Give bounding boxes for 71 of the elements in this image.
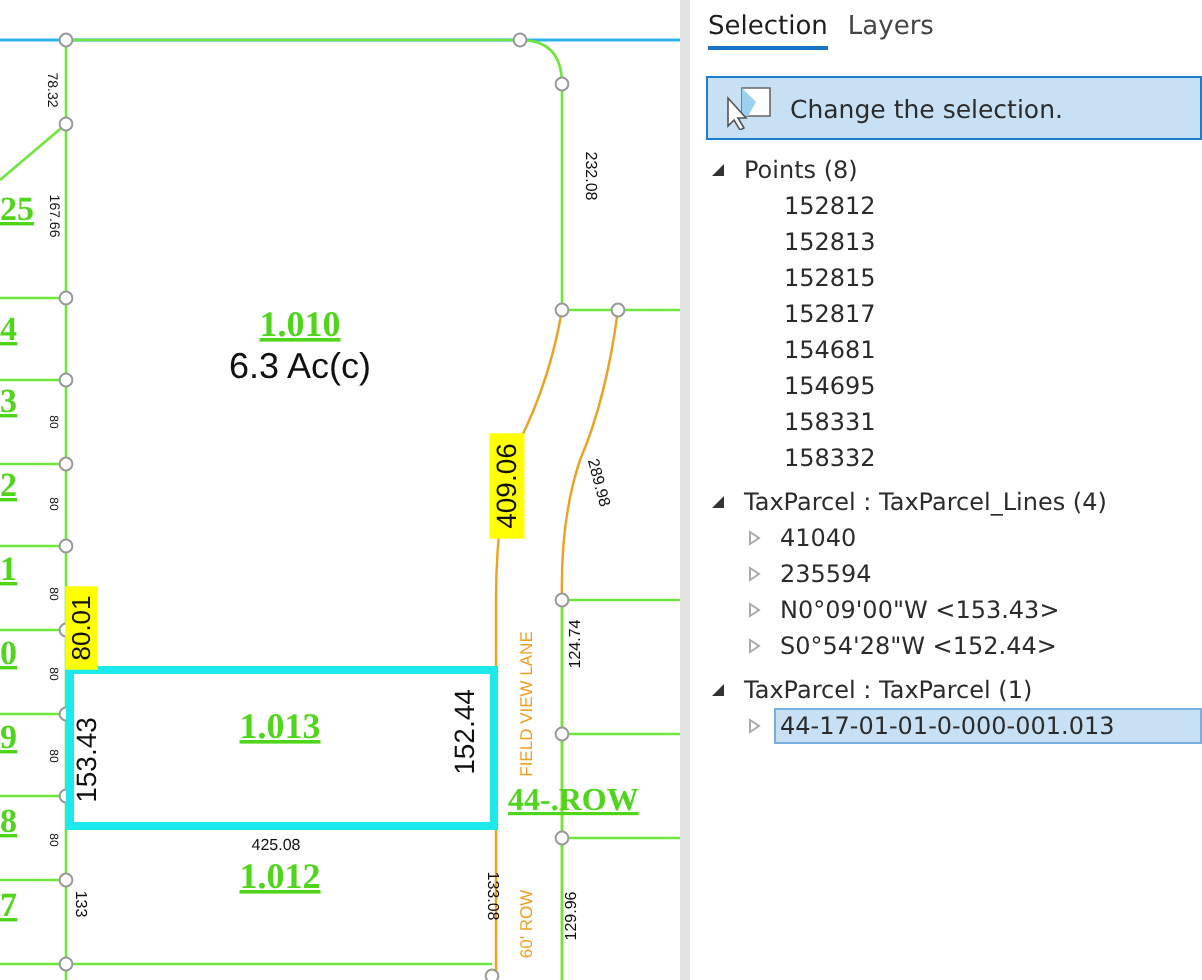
parcel-number: 0: [0, 634, 17, 672]
vertex-marker: [554, 76, 570, 92]
dimension-label: 232.08: [582, 151, 600, 201]
parcel-number: 9: [0, 718, 17, 756]
expanded-triangle-icon[interactable]: [710, 682, 726, 698]
tree-item[interactable]: 41040: [774, 520, 863, 556]
tree-item[interactable]: 158331: [778, 404, 882, 440]
tree-group-label[interactable]: TaxParcel : TaxParcel_Lines (4): [738, 484, 1113, 520]
vertex-marker: [554, 302, 570, 318]
parcel-number: 1.010: [259, 304, 341, 344]
boundary-line: [0, 123, 67, 181]
vertex-marker: [610, 302, 626, 318]
tree-item[interactable]: 154681: [778, 332, 882, 368]
vertex-marker: [58, 290, 74, 306]
panel-tab[interactable]: Selection: [708, 12, 828, 50]
dimension-label: 152.44: [448, 689, 480, 775]
vertex-marker: [58, 956, 74, 972]
tree-item[interactable]: N0°09'00"W <153.43>: [774, 592, 1066, 628]
dimension-label: 425.08: [251, 836, 301, 854]
parcel-number: 8: [0, 802, 17, 840]
vertex-marker: [554, 726, 570, 742]
tree-item[interactable]: 152817: [778, 296, 882, 332]
parcel-number: 7: [0, 886, 17, 924]
vertex-marker: [554, 830, 570, 846]
vertex-marker: [58, 116, 74, 132]
dimension-label: 153.43: [70, 717, 102, 803]
tree-item[interactable]: 152813: [778, 224, 882, 260]
dimension-label: 129.96: [562, 891, 580, 941]
dimension-label: 80.01: [66, 595, 96, 661]
parcel-number: 4: [0, 310, 17, 348]
selection-cursor-icon: [724, 86, 772, 130]
selection-banner[interactable]: Change the selection.: [706, 76, 1202, 140]
street-label: FIELD VIEW LANE: [516, 631, 536, 777]
dimension-label: 124.74: [566, 619, 584, 669]
tree-item[interactable]: 152815: [778, 260, 882, 296]
tree-item[interactable]: S0°54'28"W <152.44>: [774, 628, 1063, 664]
parcel-number: 1.012: [239, 856, 321, 896]
tree-item[interactable]: 152812: [778, 188, 882, 224]
tree-group-label[interactable]: Points (8): [738, 152, 864, 188]
parcel-number: 3: [0, 382, 17, 420]
street-label: 60' ROW: [516, 889, 536, 959]
collapsed-triangle-icon[interactable]: [746, 602, 762, 618]
parcel-number: 2: [0, 466, 17, 504]
dimension-label: 409.06: [490, 443, 522, 529]
dimension-label: 133.08: [484, 871, 502, 921]
collapsed-triangle-icon[interactable]: [746, 718, 762, 734]
collapsed-triangle-icon[interactable]: [746, 638, 762, 654]
vertex-marker: [58, 538, 74, 554]
tree-item[interactable]: 158332: [778, 440, 882, 476]
vertex-marker: [58, 456, 74, 472]
dimension-label: 289.98: [583, 456, 614, 509]
parcel-number: 1.013: [239, 706, 321, 746]
vertex-marker: [554, 592, 570, 608]
expanded-triangle-icon[interactable]: [710, 494, 726, 510]
expanded-triangle-icon[interactable]: [710, 162, 726, 178]
vertex-marker: [58, 872, 74, 888]
vertex-marker: [58, 32, 74, 48]
tree-item[interactable]: 44-17-01-01-0-000-001.013: [774, 708, 1202, 744]
collapsed-triangle-icon[interactable]: [746, 530, 762, 546]
vertex-marker: [512, 32, 528, 48]
parcel-number: 25: [0, 190, 34, 228]
panel-tab[interactable]: Layers: [847, 12, 934, 50]
tree-item[interactable]: 154695: [778, 368, 882, 404]
tree-group-label[interactable]: TaxParcel : TaxParcel (1): [738, 672, 1039, 708]
collapsed-triangle-icon[interactable]: [746, 566, 762, 582]
banner-text: Change the selection.: [790, 93, 1063, 123]
vertex-marker: [58, 372, 74, 388]
parcel-number: 1: [0, 550, 17, 588]
dimension-label: 133: [72, 890, 90, 918]
tree-item[interactable]: 235594: [774, 556, 878, 592]
parcel-area: 6.3 Ac(c): [228, 346, 372, 386]
